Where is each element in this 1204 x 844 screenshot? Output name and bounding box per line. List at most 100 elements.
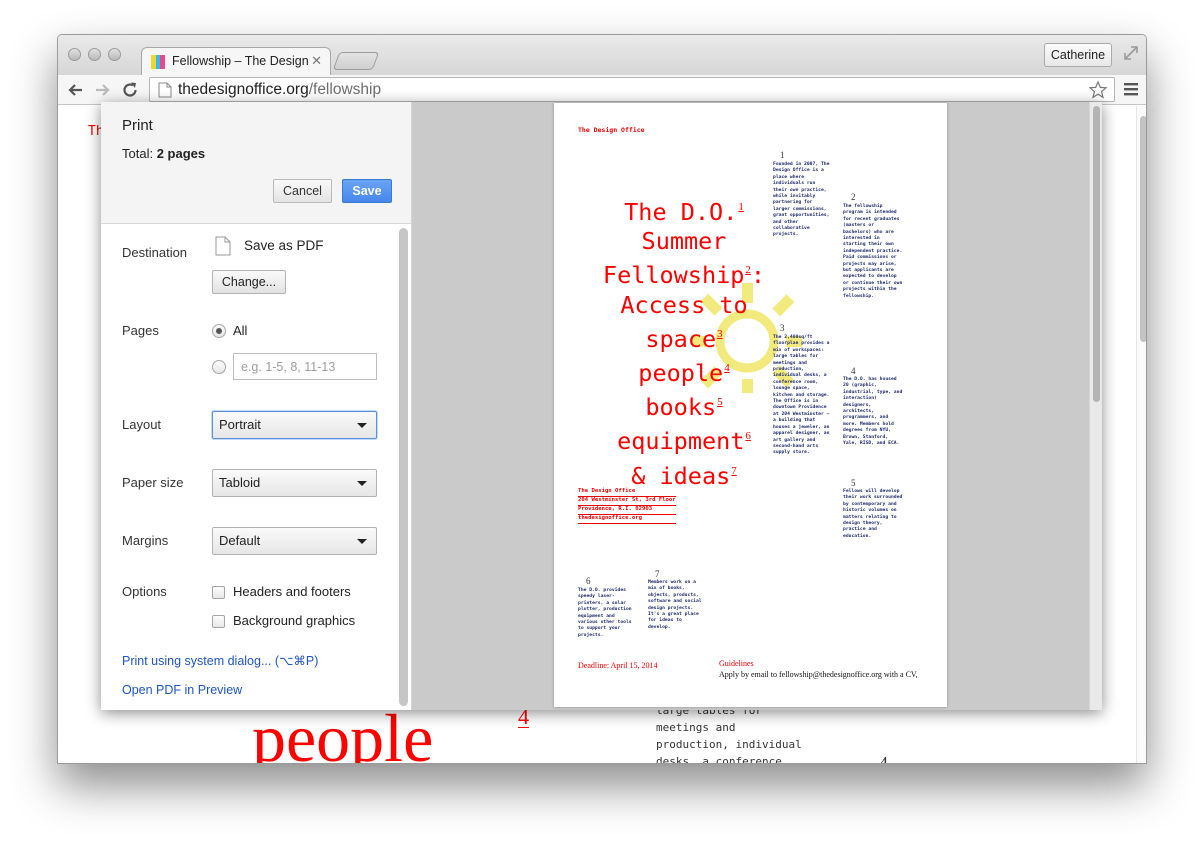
preview-scrollbar[interactable] xyxy=(1089,102,1102,710)
paper-size-select-value: Tabloid xyxy=(219,475,261,490)
reload-icon[interactable] xyxy=(120,80,140,100)
open-pdf-preview-link[interactable]: Open PDF in Preview xyxy=(122,683,242,697)
destination-label: Destination xyxy=(122,245,188,260)
tab-title: Fellowship – The Design O xyxy=(172,54,310,68)
background-graphics-checkbox[interactable] xyxy=(212,615,225,628)
pages-range-radio[interactable] xyxy=(212,360,226,374)
headline-line: space3 xyxy=(584,320,784,354)
footnote-text: The D.O. has housed 20 (graphic, industr… xyxy=(843,377,903,447)
footnote-text: Founded in 2007, The Design Office is a … xyxy=(773,162,830,238)
layout-select[interactable]: Portrait xyxy=(212,411,377,439)
menu-icon[interactable] xyxy=(1123,81,1139,97)
headline-footnote-marker[interactable]: 7 xyxy=(731,465,737,477)
headline-line-text: Access to xyxy=(620,290,748,319)
headline-line-text: people xyxy=(638,359,724,388)
footnote-text: The fellowship program is intended for r… xyxy=(843,204,903,299)
background-graphics-label: Background graphics xyxy=(233,613,356,628)
page-headline-word: people xyxy=(252,700,434,764)
footnote-text: Fellows will develop their work surround… xyxy=(843,489,903,539)
print-dialog: Print Total: 2 pages Cancel Save Destina… xyxy=(101,102,1102,710)
footnote-number: 4 xyxy=(851,366,856,376)
headline-footnote-marker[interactable]: 1 xyxy=(738,201,744,213)
forward-arrow-icon[interactable] xyxy=(92,80,112,100)
headers-footers-label: Headers and footers xyxy=(233,584,351,599)
address-bar[interactable]: thedesignoffice.org/fellowship xyxy=(149,77,1115,102)
print-preview-area: The Design Office The D.O.1 Summer Fellows… xyxy=(412,102,1102,710)
headline-line-text: The D.O. xyxy=(624,198,738,226)
footnote-number: 1 xyxy=(780,150,785,160)
address-line: 204 Westminster St, 3rd Floor xyxy=(578,497,676,506)
total-value: 2 pages xyxy=(156,146,206,161)
destination-value: Save as PDF xyxy=(244,238,324,253)
fullscreen-icon[interactable] xyxy=(1122,44,1140,62)
zoom-window-button[interactable] xyxy=(108,48,121,61)
print-title: Print xyxy=(122,117,153,134)
margins-select[interactable]: Default xyxy=(212,527,377,555)
margins-label: Margins xyxy=(122,533,169,548)
print-header: Print Total: 2 pages Cancel Save xyxy=(101,102,411,224)
headline-footnote-marker[interactable]: 5 xyxy=(717,396,723,408)
profile-button[interactable]: Catherine xyxy=(1044,43,1112,67)
bookmark-star-icon[interactable] xyxy=(1088,80,1108,100)
headline-line: Access to xyxy=(584,291,784,320)
headline-footnote-marker[interactable]: 3 xyxy=(717,328,723,340)
layout-label: Layout xyxy=(122,417,162,432)
footnote-text: Members work on a mix of books, objects,… xyxy=(648,580,702,630)
page-scrollbar[interactable] xyxy=(1136,106,1146,763)
headline-footnote-marker[interactable]: 6 xyxy=(745,430,751,442)
back-arrow-icon[interactable] xyxy=(66,80,86,100)
headline-line-text: space xyxy=(645,324,717,353)
page-range-input[interactable] xyxy=(233,353,377,380)
preview-deadline: Deadline: April 15, 2014 xyxy=(578,661,658,670)
headline-line: The D.O.1 xyxy=(584,193,784,227)
layout-select-value: Portrait xyxy=(219,417,261,432)
preview-scrollbar-thumb[interactable] xyxy=(1093,106,1100,402)
total-label: Total: xyxy=(122,146,154,161)
tab-close-icon[interactable]: ✕ xyxy=(311,53,322,69)
headline-line-text: equipment xyxy=(617,427,745,456)
change-destination-button[interactable]: Change... xyxy=(212,270,286,294)
settings-scrollbar[interactable] xyxy=(399,228,408,706)
page-body-text: large tables for meetings and production… xyxy=(656,704,802,764)
cancel-button[interactable]: Cancel xyxy=(273,179,332,203)
headers-footers-checkbox[interactable] xyxy=(212,586,225,599)
new-tab-button[interactable] xyxy=(332,52,380,70)
save-button[interactable]: Save xyxy=(342,179,392,203)
print-total: Total: 2 pages xyxy=(122,146,205,161)
site-favicon-icon xyxy=(151,55,166,69)
headline-line: books5 xyxy=(584,388,784,422)
headline-footnote-marker[interactable]: 4 xyxy=(724,362,730,374)
page-icon xyxy=(158,82,172,98)
chevron-down-icon xyxy=(357,481,367,486)
page-section-number: 4 xyxy=(879,753,888,764)
minimize-window-button[interactable] xyxy=(88,48,101,61)
close-window-button[interactable] xyxy=(68,48,81,61)
headline-line-text: & ideas xyxy=(631,461,731,490)
chevron-down-icon xyxy=(357,423,367,428)
url-host: thedesignoffice.org xyxy=(178,81,309,98)
page-footnote-marker[interactable]: 4 xyxy=(518,706,529,728)
footnote-number: 7 xyxy=(655,569,660,579)
address-line: thedesignoffice.org xyxy=(578,515,676,524)
pages-all-label: All xyxy=(233,323,248,338)
preview-page[interactable]: The Design Office The D.O.1 Summer Fellows… xyxy=(554,103,947,707)
preview-brand: The Design Office xyxy=(578,126,645,134)
paper-size-select[interactable]: Tabloid xyxy=(212,469,377,497)
url-text: thedesignoffice.org/fellowship xyxy=(178,81,381,99)
preview-guidelines-text: Apply by email to fellowship@thedesignof… xyxy=(719,670,918,679)
headline-line-text: Summer xyxy=(641,227,727,256)
title-bar: Fellowship – The Design O ✕ Catherine xyxy=(58,35,1146,76)
headline-line: Fellowship2: xyxy=(584,256,784,290)
pages-all-radio[interactable] xyxy=(212,324,226,338)
margins-select-value: Default xyxy=(219,533,261,548)
headline-line-text: books xyxy=(645,393,717,422)
address-line: The Design Office xyxy=(578,488,676,497)
footnote-number: 2 xyxy=(851,192,856,202)
page-scrollbar-thumb[interactable] xyxy=(1140,116,1146,342)
browser-toolbar: thedesignoffice.org/fellowship xyxy=(58,75,1146,105)
system-dialog-link[interactable]: Print using system dialog... (⌥⌘P) xyxy=(122,653,318,668)
headline-line: people4 xyxy=(584,354,784,388)
footnote-number: 6 xyxy=(586,576,591,586)
tab-fellowship[interactable]: Fellowship – The Design O ✕ xyxy=(141,47,331,76)
footnote-number: 5 xyxy=(851,478,856,488)
